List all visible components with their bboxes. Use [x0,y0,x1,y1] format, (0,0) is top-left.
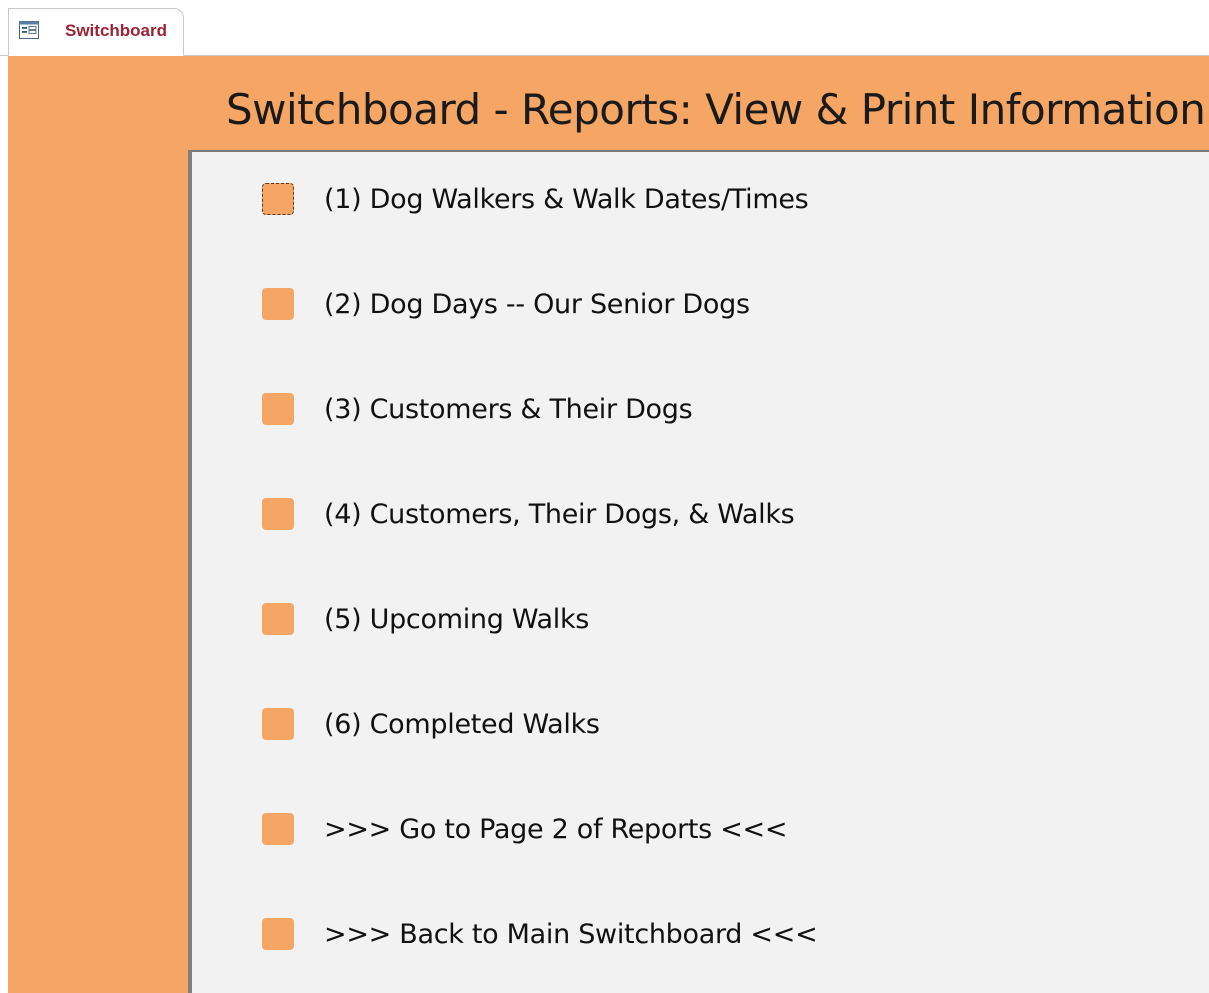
menu-item-4[interactable]: (4) Customers, Their Dogs, & Walks [262,494,795,534]
menu-item-label[interactable]: >>> Go to Page 2 of Reports <<< [324,814,788,845]
menu-item-label[interactable]: (6) Completed Walks [324,709,600,740]
switchboard-form: Switchboard - Reports: View & Print Info… [8,56,1209,993]
menu-item-5[interactable]: (5) Upcoming Walks [262,599,589,639]
menu-item-page-2[interactable]: >>> Go to Page 2 of Reports <<< [262,809,788,849]
form-title: Switchboard - Reports: View & Print Info… [226,85,1206,134]
document-tab-strip: Switchboard [0,0,1209,56]
menu-item-label[interactable]: (4) Customers, Their Dogs, & Walks [324,499,795,530]
menu-item-button[interactable] [262,813,294,845]
menu-item-button[interactable] [262,918,294,950]
tab-label: Switchboard [65,21,168,40]
menu-item-6[interactable]: (6) Completed Walks [262,704,600,744]
menu-item-button[interactable] [262,393,294,425]
menu-item-button[interactable] [262,183,294,215]
menu-item-2[interactable]: (2) Dog Days -- Our Senior Dogs [262,284,750,324]
tab-switchboard[interactable]: Switchboard [8,8,184,56]
menu-panel: (1) Dog Walkers & Walk Dates/Times (2) D… [188,150,1209,993]
menu-item-1[interactable]: (1) Dog Walkers & Walk Dates/Times [262,179,809,219]
menu-item-label[interactable]: (2) Dog Days -- Our Senior Dogs [324,289,750,320]
menu-item-main-switchboard[interactable]: >>> Back to Main Switchboard <<< [262,914,818,954]
form-icon [19,21,39,39]
menu-item-label[interactable]: (3) Customers & Their Dogs [324,394,693,425]
menu-item-3[interactable]: (3) Customers & Their Dogs [262,389,693,429]
menu-item-button[interactable] [262,603,294,635]
menu-item-button[interactable] [262,708,294,740]
access-window: Switchboard Switchboard - Reports: View … [0,0,1209,993]
menu-item-label[interactable]: (1) Dog Walkers & Walk Dates/Times [324,184,809,215]
menu-item-button[interactable] [262,498,294,530]
menu-item-label[interactable]: (5) Upcoming Walks [324,604,589,635]
menu-item-label[interactable]: >>> Back to Main Switchboard <<< [324,919,818,950]
menu-item-button[interactable] [262,288,294,320]
